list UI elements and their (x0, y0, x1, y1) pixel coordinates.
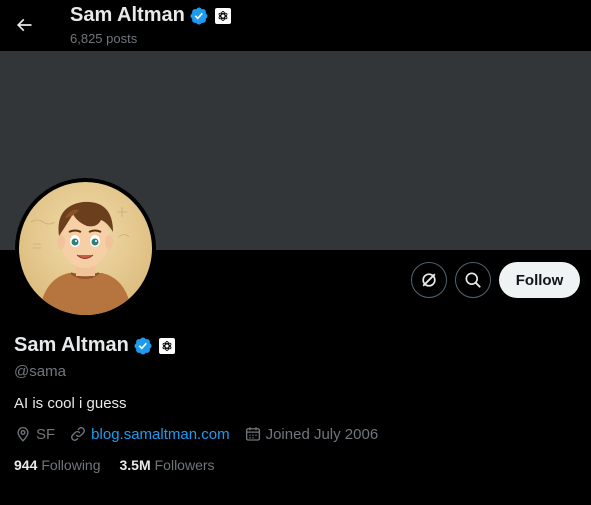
header-name: Sam Altman (70, 4, 185, 26)
header-posts-count: 6,825 posts (70, 31, 138, 46)
followers-label: Followers (154, 457, 215, 473)
grok-icon (422, 273, 436, 287)
profile-name: Sam Altman (14, 334, 129, 356)
verified-badge-icon (190, 6, 208, 25)
following-link[interactable]: 944 Following (14, 457, 101, 473)
link-icon (71, 427, 86, 441)
profile-location: SF (14, 425, 55, 443)
back-button[interactable] (9, 10, 39, 40)
avatar-illustration (19, 182, 152, 315)
profile-joined-text: Joined July 2006 (265, 425, 379, 443)
follow-button[interactable]: Follow (499, 262, 580, 298)
followers-count: 3.5M (119, 457, 151, 473)
profile-meta-row: SF blog.samaltman.com Joined July 2006 (14, 425, 392, 443)
openai-logo-icon[interactable] (158, 337, 175, 354)
openai-logo-icon[interactable] (214, 7, 231, 24)
profile-bio: AI is cool i guess (14, 395, 127, 412)
profile-website[interactable]: blog.samaltman.com (69, 425, 230, 443)
header-title-row: Sam Altman (70, 4, 231, 27)
location-pin-icon (17, 427, 29, 442)
profile-website-link[interactable]: blog.samaltman.com (91, 426, 229, 443)
search-icon (465, 272, 481, 288)
calendar-icon (245, 427, 260, 441)
arrow-left-icon (16, 18, 32, 32)
following-count: 944 (14, 457, 38, 473)
profile-name-row: Sam Altman (14, 334, 175, 357)
profile-handle: @sama (14, 363, 66, 380)
profile-location-text: SF (36, 425, 56, 443)
profile-joined: Joined July 2006 (244, 425, 379, 443)
verified-badge-icon[interactable] (133, 336, 153, 356)
following-label: Following (41, 457, 101, 473)
followers-link[interactable]: 3.5M Followers (120, 457, 215, 473)
profile-top-bar: Sam Altman 6,825 posts (0, 0, 591, 51)
profile-stats-row: 944 Following 3.5M Followers (14, 457, 234, 473)
search-button[interactable] (455, 262, 491, 298)
avatar[interactable] (15, 178, 156, 319)
grok-button[interactable] (411, 262, 447, 298)
